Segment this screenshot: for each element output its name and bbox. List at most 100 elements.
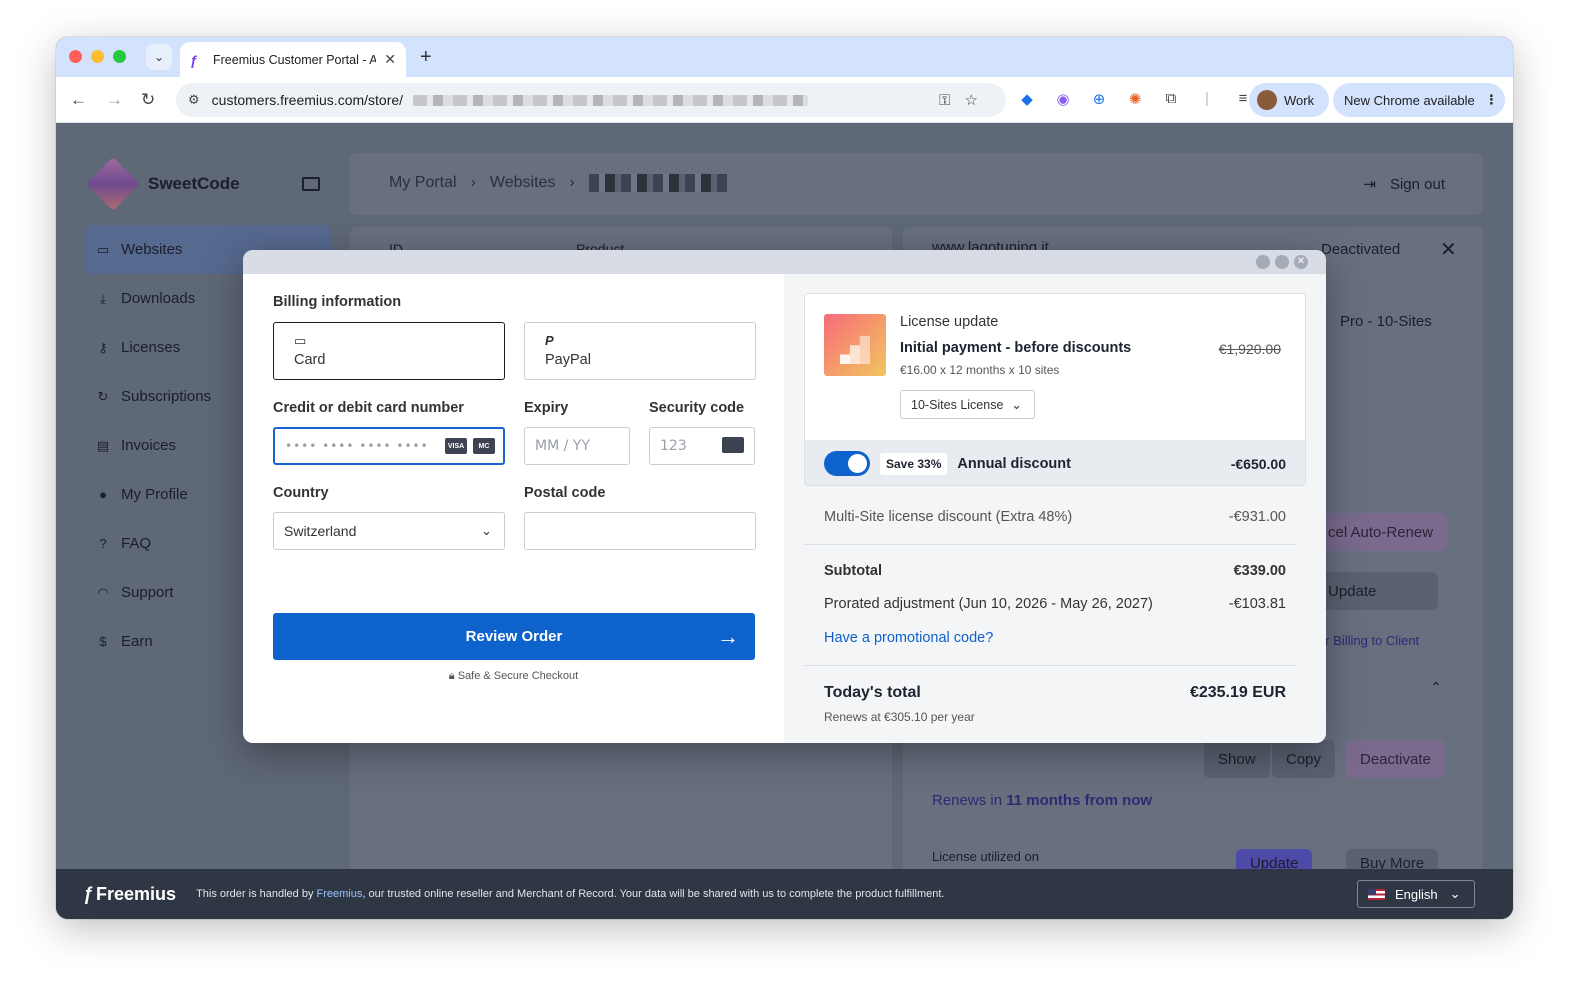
license-tier-value: 10-Sites License bbox=[911, 397, 1004, 412]
subtotal-amount: €339.00 bbox=[1233, 563, 1286, 579]
expiry-placeholder: MM / YY bbox=[535, 438, 590, 454]
avatar bbox=[1257, 90, 1277, 110]
postal-code-label: Postal code bbox=[524, 485, 606, 501]
minimize-window-button[interactable] bbox=[91, 50, 104, 63]
breadcrumb-separator-icon: › bbox=[470, 174, 476, 191]
copy-key-button[interactable]: Copy bbox=[1272, 740, 1336, 778]
site-status[interactable]: Deactivated bbox=[1321, 241, 1400, 258]
new-tab-plus-icon[interactable]: + bbox=[420, 46, 432, 69]
breadcrumb: My Portal › Websites › bbox=[389, 174, 727, 192]
deactivate-button[interactable]: Deactivate bbox=[1346, 740, 1445, 778]
language-select[interactable]: English ⌄ bbox=[1357, 880, 1475, 908]
headset-icon: ◠ bbox=[97, 584, 109, 600]
review-order-button[interactable]: Review Order → bbox=[273, 613, 755, 660]
order-summary-column: License update Initial payment - before … bbox=[784, 274, 1326, 743]
cancel-auto-renew-button[interactable]: cel Auto-Renew bbox=[1314, 513, 1448, 551]
address-bar[interactable]: ⚙ customers.freemius.com/store/ ⚿☆ bbox=[176, 83, 1006, 117]
divider bbox=[804, 665, 1296, 666]
language-value: English bbox=[1395, 886, 1438, 902]
sidebar-toggle-icon[interactable] bbox=[302, 177, 320, 191]
maximize-window-button[interactable] bbox=[113, 50, 126, 63]
card-number-input[interactable]: •••• •••• •••• •••• VISA MC bbox=[273, 427, 505, 465]
active-tab[interactable]: ƒ Freemius Customer Portal - A ✕ bbox=[180, 42, 406, 77]
billing-title: Billing information bbox=[273, 294, 402, 310]
tab-title: Freemius Customer Portal - A bbox=[213, 52, 377, 67]
expiry-label: Expiry bbox=[524, 400, 569, 416]
forward-arrow-icon[interactable]: → bbox=[106, 90, 123, 110]
security-code-input[interactable]: 123 bbox=[649, 427, 755, 465]
billing-column: Billing information ▭ Card P PayPal Cred… bbox=[243, 274, 784, 743]
extension-tag-icon[interactable]: ◆ bbox=[1018, 90, 1036, 108]
invoice-icon: ▤ bbox=[96, 437, 110, 453]
initial-payment-label: Initial payment - before discounts bbox=[900, 340, 1132, 356]
breadcrumb-redacted bbox=[588, 174, 727, 192]
card-number-placeholder: •••• •••• •••• •••• bbox=[285, 439, 429, 453]
secure-checkout-text: Safe & Secure Checkout bbox=[457, 670, 579, 682]
total-label: Today's total bbox=[824, 684, 921, 701]
sidebar-item-label: My Profile bbox=[121, 486, 188, 503]
question-icon: ? bbox=[99, 536, 107, 551]
mastercard-icon: MC bbox=[473, 438, 495, 454]
sign-out-button[interactable]: ⇥ Sign out bbox=[1363, 175, 1445, 194]
update-label: New Chrome available bbox=[1344, 92, 1475, 108]
freemius-brand: Freemius bbox=[96, 883, 177, 904]
save-badge: Save 33% bbox=[880, 452, 948, 475]
license-tier-select[interactable]: 10-Sites License ⌄ bbox=[900, 390, 1035, 419]
close-window-button[interactable] bbox=[69, 50, 82, 63]
back-arrow-icon[interactable]: ← bbox=[70, 90, 87, 110]
close-detail-icon[interactable]: ✕ bbox=[1440, 237, 1457, 262]
tab-search-chevron-icon[interactable]: ⌄ bbox=[146, 44, 172, 70]
tab-close-icon[interactable]: ✕ bbox=[384, 51, 396, 68]
subtotal-label: Subtotal bbox=[824, 563, 882, 579]
promo-code-link[interactable]: Have a promotional code? bbox=[824, 630, 993, 646]
breadcrumb-portal[interactable]: My Portal bbox=[389, 174, 457, 192]
refresh-dollar-icon: ↻ bbox=[97, 388, 109, 404]
show-key-button[interactable]: Show bbox=[1204, 740, 1270, 778]
freemius-link[interactable]: Freemius bbox=[317, 888, 363, 900]
profile-button[interactable]: Work bbox=[1249, 83, 1329, 117]
review-order-label: Review Order bbox=[465, 628, 563, 645]
extension-shield-icon[interactable]: ⊕ bbox=[1090, 90, 1108, 108]
security-code-label: Security code bbox=[649, 400, 745, 416]
bookmark-star-icon[interactable]: ☆ bbox=[965, 92, 992, 109]
price-breakdown: €16.00 x 12 months x 10 sites bbox=[900, 363, 1060, 377]
extension-burst-icon[interactable]: ✺ bbox=[1126, 90, 1144, 108]
sidebar-item-label: Subscriptions bbox=[121, 388, 212, 405]
site-settings-icon[interactable]: ⚙ bbox=[188, 92, 200, 108]
browser-window-icon: ▭ bbox=[96, 241, 110, 257]
payment-method-card[interactable]: ▭ Card bbox=[273, 322, 505, 380]
billing-to-client-link[interactable]: er Billing to Client bbox=[1318, 633, 1419, 648]
country-select[interactable]: Switzerland ⌄ bbox=[273, 512, 505, 550]
multisite-discount-amount: -€931.00 bbox=[1228, 509, 1286, 525]
extension-broadcast-icon[interactable]: ◉ bbox=[1054, 90, 1072, 108]
renewal-note: Renews at €305.10 per year bbox=[824, 710, 975, 724]
freemius-logo: ƒ Freemius bbox=[83, 884, 176, 905]
payment-method-paypal[interactable]: P PayPal bbox=[524, 322, 756, 380]
reload-icon[interactable]: ↻ bbox=[141, 90, 155, 110]
sign-out-label: Sign out bbox=[1389, 175, 1445, 193]
notice-after: , our trusted online reseller and Mercha… bbox=[362, 888, 945, 900]
sidebar-item-label: Earn bbox=[121, 633, 153, 650]
plan-select[interactable]: Pro - 10-Sites bbox=[1340, 313, 1432, 330]
update-billing-button[interactable]: Update bbox=[1314, 572, 1438, 610]
cvc-card-icon bbox=[722, 437, 744, 453]
sidebar-item-label: FAQ bbox=[121, 535, 152, 552]
omnibox-actions: ⚿☆ bbox=[939, 91, 992, 109]
password-key-icon[interactable]: ⚿ bbox=[939, 92, 964, 109]
sidebar-item-label: Invoices bbox=[121, 437, 177, 454]
visa-icon: VISA bbox=[445, 438, 467, 454]
postal-code-input[interactable] bbox=[524, 512, 756, 550]
chrome-update-button[interactable]: New Chrome available ⋮ bbox=[1333, 83, 1505, 117]
modal-close-icon[interactable]: ✕ bbox=[1294, 255, 1308, 269]
expiry-input[interactable]: MM / YY bbox=[524, 427, 630, 465]
breadcrumb-websites[interactable]: Websites bbox=[490, 174, 556, 192]
more-menu-icon[interactable]: ⋮ bbox=[1485, 92, 1498, 108]
chevron-down-icon: ⌄ bbox=[1449, 886, 1461, 901]
extensions-puzzle-icon[interactable]: ⧉ bbox=[1162, 90, 1180, 108]
card-brands: VISA MC bbox=[445, 438, 495, 454]
country-value: Switzerland bbox=[284, 523, 357, 539]
collapse-chevron-up-icon[interactable]: ⌃ bbox=[1430, 679, 1442, 696]
annual-discount-toggle[interactable] bbox=[824, 451, 870, 476]
freemius-favicon-icon: ƒ bbox=[190, 51, 198, 68]
cancel-auto-renew-label: cel Auto-Renew bbox=[1328, 523, 1434, 541]
